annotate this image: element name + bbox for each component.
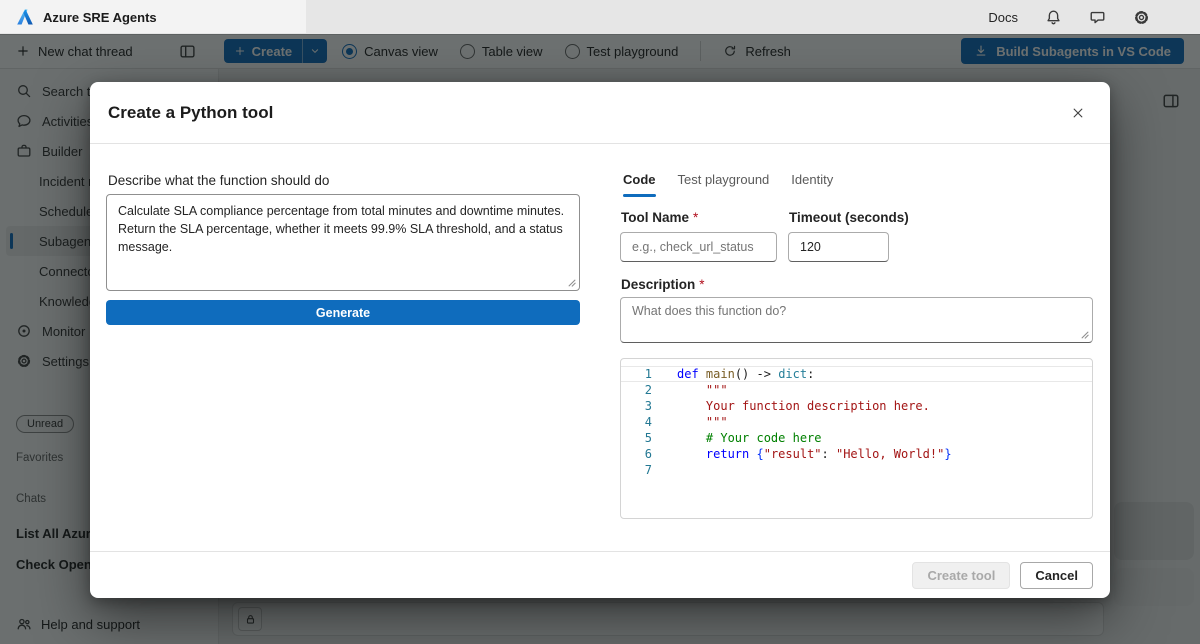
dialog-title: Create a Python tool: [108, 103, 273, 123]
tool-name-label-text: Tool Name: [621, 210, 689, 225]
required-marker: *: [699, 277, 704, 292]
code-token: () ->: [735, 367, 778, 381]
description-label-text: Description: [621, 277, 695, 292]
tab-test-playground[interactable]: Test playground: [667, 166, 781, 197]
code-token: [677, 447, 706, 461]
describe-function-field: Calculate SLA compliance percentage from…: [106, 194, 580, 291]
create-python-tool-dialog: Create a Python tool Describe what the f…: [90, 82, 1110, 598]
code-token: dict: [778, 367, 807, 381]
required-marker: *: [693, 210, 698, 225]
code-token: [677, 383, 706, 397]
code-line-content: return {"result": "Hello, World!"}: [669, 446, 952, 462]
code-line: 7: [621, 462, 1092, 478]
azure-logo-icon: [16, 8, 34, 26]
app-title: Azure SRE Agents: [43, 10, 157, 25]
code-token: "result": [764, 447, 822, 461]
code-line: 3 Your function description here.: [621, 398, 1092, 414]
code-line-content: [669, 462, 677, 478]
notifications-bell-icon[interactable]: [1045, 9, 1062, 26]
description-label: Description *: [621, 277, 705, 292]
describe-function-label: Describe what the function should do: [108, 173, 329, 188]
line-number: 7: [621, 462, 669, 478]
code-line-content: """: [669, 414, 728, 430]
tool-name-label: Tool Name *: [621, 210, 698, 225]
code-line: 2 """: [621, 382, 1092, 398]
header-actions: Docs: [988, 9, 1150, 26]
dialog-header: Create a Python tool: [90, 82, 1110, 144]
code-token: [677, 399, 706, 413]
code-token: main: [706, 367, 735, 381]
code-token: [677, 415, 706, 429]
code-token: "Hello, World!": [836, 447, 944, 461]
line-number: 5: [621, 430, 669, 446]
timeout-label: Timeout (seconds): [789, 210, 909, 225]
generate-button[interactable]: Generate: [106, 300, 580, 325]
code-token: """: [706, 383, 728, 397]
code-token: :: [822, 447, 836, 461]
code-token: """: [706, 415, 728, 429]
code-line: 5 # Your code here: [621, 430, 1092, 446]
code-line-content: # Your code here: [669, 430, 822, 446]
describe-function-input[interactable]: Calculate SLA compliance percentage from…: [106, 194, 580, 291]
code-token: def: [677, 367, 699, 381]
docs-link[interactable]: Docs: [988, 10, 1018, 25]
code-line: 6 return {"result": "Hello, World!"}: [621, 446, 1092, 462]
code-line-content: Your function description here.: [669, 398, 930, 414]
code-token: :: [807, 367, 814, 381]
line-number: 1: [621, 366, 669, 382]
create-tool-button[interactable]: Create tool: [912, 562, 1010, 589]
code-token: return: [706, 447, 749, 461]
line-number: 3: [621, 398, 669, 414]
cancel-button[interactable]: Cancel: [1020, 562, 1093, 589]
code-line: 1def main() -> dict:: [621, 366, 1092, 382]
code-editor[interactable]: 1def main() -> dict:2 """3 Your function…: [620, 358, 1093, 519]
feedback-icon[interactable]: [1089, 9, 1106, 26]
code-token: [749, 447, 756, 461]
code-tabs: CodeTest playgroundIdentity: [612, 166, 844, 197]
tool-name-input[interactable]: [620, 232, 777, 262]
code-token: # Your code here: [706, 431, 822, 445]
code-token: {: [757, 447, 764, 461]
line-number: 6: [621, 446, 669, 462]
tab-code[interactable]: Code: [612, 166, 667, 197]
top-header: Azure SRE Agents Docs: [0, 0, 1200, 35]
settings-gear-icon[interactable]: [1133, 9, 1150, 26]
close-dialog-button[interactable]: [1064, 99, 1092, 127]
code-line: 4 """: [621, 414, 1092, 430]
line-number: 4: [621, 414, 669, 430]
code-line-content: def main() -> dict:: [669, 366, 814, 382]
close-icon: [1071, 106, 1085, 120]
code-token: }: [944, 447, 951, 461]
code-token: Your function description here.: [706, 399, 930, 413]
dialog-footer: Create tool Cancel: [90, 551, 1110, 598]
line-number: 2: [621, 382, 669, 398]
description-input[interactable]: [620, 297, 1093, 343]
tab-identity[interactable]: Identity: [780, 166, 844, 197]
code-line-content: """: [669, 382, 728, 398]
description-field: [620, 297, 1093, 343]
code-token: [699, 367, 706, 381]
code-token: [677, 431, 706, 445]
timeout-input[interactable]: [788, 232, 889, 262]
